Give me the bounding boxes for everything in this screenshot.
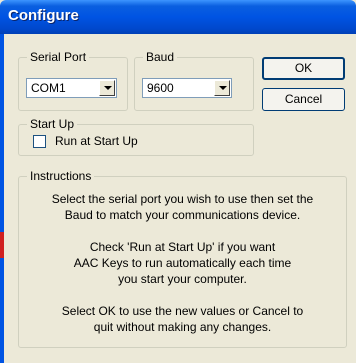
instructions-line-8: Select OK to use the new values or Cance… <box>61 304 304 318</box>
ok-button-label: OK <box>294 61 313 75</box>
instructions-line-1: Select the serial port you wish to use t… <box>51 192 314 206</box>
serial-port-dropdown-button[interactable] <box>99 80 115 96</box>
window-title: Configure <box>8 7 79 24</box>
chevron-down-icon <box>219 86 227 90</box>
instructions-line-2: Baud to match your communications device… <box>64 208 301 222</box>
cancel-button[interactable]: Cancel <box>262 88 345 111</box>
serial-port-group: Serial Port COM1 <box>18 50 128 111</box>
run-at-startup-checkbox[interactable] <box>33 135 46 148</box>
baud-label: Baud <box>143 50 178 65</box>
instructions-label: Instructions <box>27 169 95 184</box>
chevron-down-icon <box>104 86 112 90</box>
instructions-line-6: you start your computer. <box>118 272 247 286</box>
title-bar[interactable]: Configure <box>0 0 356 34</box>
run-at-startup-label[interactable]: Run at Start Up <box>55 134 138 148</box>
baud-group: Baud 9600 <box>134 50 254 111</box>
startup-group: Start Up Run at Start Up <box>18 117 254 156</box>
ok-button[interactable]: OK <box>262 57 345 80</box>
baud-select[interactable]: 9600 <box>142 78 232 98</box>
background-window-fragment <box>0 80 3 105</box>
configure-dialog: Configure Serial Port COM1 Baud 9600 OK … <box>0 0 356 363</box>
serial-port-select[interactable]: COM1 <box>26 78 117 98</box>
serial-port-value: COM1 <box>31 81 66 95</box>
dialog-client-area: Serial Port COM1 Baud 9600 OK Cancel Sta… <box>4 34 356 363</box>
baud-dropdown-button[interactable] <box>214 80 230 96</box>
instructions-line-9: quit without making any changes. <box>93 320 272 334</box>
startup-label: Start Up <box>27 117 78 132</box>
instructions-line-5: AAC Keys to run automatically each time <box>73 256 292 270</box>
baud-value: 9600 <box>147 81 174 95</box>
serial-port-label: Serial Port <box>27 50 90 65</box>
instructions-group: Instructions Select the serial port you … <box>18 169 347 348</box>
background-window-fragment <box>0 328 3 350</box>
instructions-line-4: Check 'Run at Start Up' if you want <box>89 240 276 254</box>
background-window-fragment <box>0 232 4 258</box>
cancel-button-label: Cancel <box>284 92 323 106</box>
